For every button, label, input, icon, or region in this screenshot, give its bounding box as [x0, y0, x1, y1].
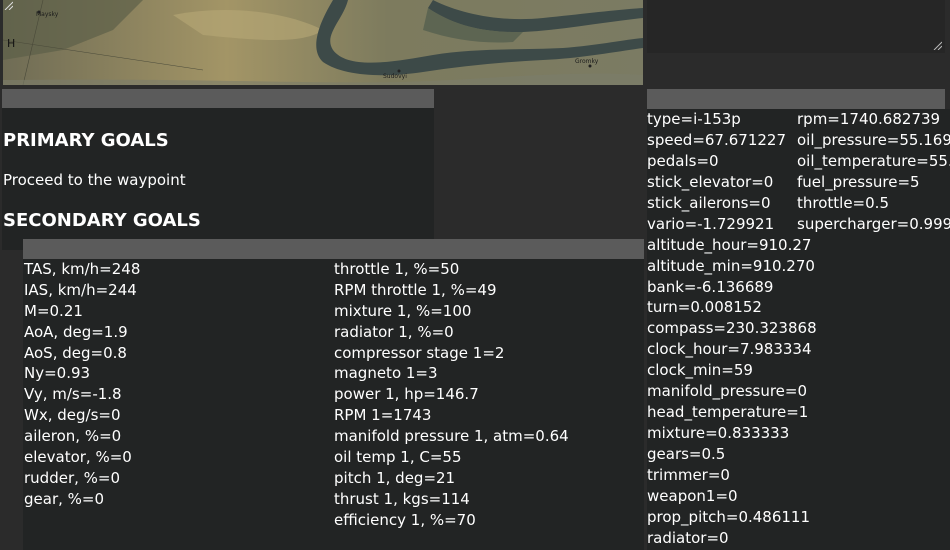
telemetry-value: vario=-1.729921	[647, 214, 775, 233]
telemetry-value: manifold_pressure=0	[647, 382, 808, 401]
instrument-value: M=0.21	[24, 301, 83, 320]
instrument-value: AoA, deg=1.9	[24, 322, 128, 341]
telemetry-value: oil_pressure=55.1693	[797, 130, 950, 149]
primary-goals-title: PRIMARY GOALS	[3, 130, 169, 151]
telemetry-value: weapon1=0	[647, 486, 738, 505]
engine-value: magneto 1=3	[334, 364, 438, 383]
instrument-value: aileron, %=0	[24, 427, 122, 446]
telemetry-value: clock_min=59	[647, 361, 753, 380]
map-marker-h: H	[7, 37, 16, 50]
resize-grip-icon[interactable]	[932, 40, 942, 50]
telemetry-value: radiator=0	[647, 528, 729, 547]
engine-value: oil temp 1, C=55	[334, 448, 462, 467]
telemetry-value: prop_pitch=0.486111	[647, 507, 811, 526]
telemetry-value: bank=-6.136689	[647, 277, 774, 296]
engine-value: compressor stage 1=2	[334, 343, 505, 362]
goals-panel: PRIMARY GOALS Proceed to the waypoint SE…	[2, 108, 434, 250]
primary-goal-text: Proceed to the waypoint	[3, 171, 186, 189]
instrument-value: Ny=0.93	[24, 364, 91, 383]
instrument-value: AoS, deg=0.8	[24, 343, 127, 362]
engine-value: RPM throttle 1, %=49	[334, 280, 497, 299]
instrument-value: Vy, m/s=-1.8	[24, 385, 122, 404]
telemetry-value: trimmer=0	[647, 465, 730, 484]
telemetry-value: type=i-153p	[647, 110, 741, 128]
instrument-value: TAS, km/h=248	[24, 260, 141, 278]
engine-value: thrust 1, kgs=114	[334, 489, 470, 508]
telemetry-value: stick_ailerons=0	[647, 193, 771, 212]
instrument-value: elevator, %=0	[24, 448, 132, 467]
instrument-value: rudder, %=0	[24, 468, 121, 487]
telemetry-value: throttle=0.5	[797, 193, 889, 212]
instrument-value: IAS, km/h=244	[24, 280, 137, 299]
goals-panel-header[interactable]	[2, 89, 434, 108]
telemetry-value: rpm=1740.682739	[797, 110, 941, 128]
engine-value: mixture 1, %=100	[334, 301, 472, 320]
telemetry-value: speed=67.671227	[647, 130, 786, 149]
engine-value: radiator 1, %=0	[334, 322, 454, 341]
engine-value: efficiency 1, %=70	[334, 510, 476, 529]
engine-value: pitch 1, deg=21	[334, 468, 456, 487]
engine-value: RPM 1=1743	[334, 406, 432, 425]
telemetry-value: mixture=0.833333	[647, 424, 790, 443]
telemetry-left-column: type=i-153p speed=67.671227 pedals=0 sti…	[647, 109, 817, 549]
instruments-left-column: TAS, km/h=248 IAS, km/h=244 M=0.21 AoA, …	[24, 259, 140, 510]
resize-grip-icon[interactable]	[3, 0, 13, 10]
telemetry-value: supercharger=0.9999	[797, 214, 950, 233]
telemetry-value: oil_temperature=55.1	[797, 151, 950, 170]
engine-value: throttle 1, %=50	[334, 260, 460, 278]
engine-value: power 1, hp=146.7	[334, 385, 479, 404]
telemetry-value: gears=0.5	[647, 445, 726, 463]
instruments-panel-header[interactable]	[23, 239, 644, 259]
telemetry-panel-header[interactable]	[647, 89, 945, 109]
top-right-textarea[interactable]	[647, 0, 945, 53]
map-label-maysky: Maysky	[36, 11, 59, 18]
map-label-sudovyi: Sudovyi	[383, 73, 407, 80]
telemetry-right-column: rpm=1740.682739 oil_pressure=55.1693 oil…	[797, 109, 950, 235]
telemetry-value: altitude_hour=910.27	[647, 235, 812, 254]
telemetry-value: pedals=0	[647, 151, 719, 170]
instruments-panel: TAS, km/h=248 IAS, km/h=244 M=0.21 AoA, …	[23, 259, 644, 550]
map-panel[interactable]: Maysky Sudovyi Gromky H	[3, 0, 643, 85]
map-label-gromky: Gromky	[575, 58, 599, 65]
telemetry-value: head_temperature=1	[647, 403, 809, 422]
telemetry-value: fuel_pressure=5	[797, 172, 920, 191]
telemetry-value: clock_hour=7.983334	[647, 340, 812, 359]
telemetry-panel: type=i-153p speed=67.671227 pedals=0 sti…	[647, 109, 950, 550]
telemetry-value: stick_elevator=0	[647, 172, 774, 191]
instruments-right-column: throttle 1, %=50 RPM throttle 1, %=49 mi…	[334, 259, 569, 531]
secondary-goals-title: SECONDARY GOALS	[3, 210, 201, 231]
map-terrain	[3, 0, 643, 85]
telemetry-value: compass=230.323868	[647, 319, 817, 338]
instrument-value: Wx, deg/s=0	[24, 406, 121, 425]
engine-value: manifold pressure 1, atm=0.64	[334, 427, 569, 446]
telemetry-value: altitude_min=910.270	[647, 256, 815, 275]
telemetry-value: turn=0.008152	[647, 298, 762, 317]
instrument-value: gear, %=0	[24, 489, 105, 508]
